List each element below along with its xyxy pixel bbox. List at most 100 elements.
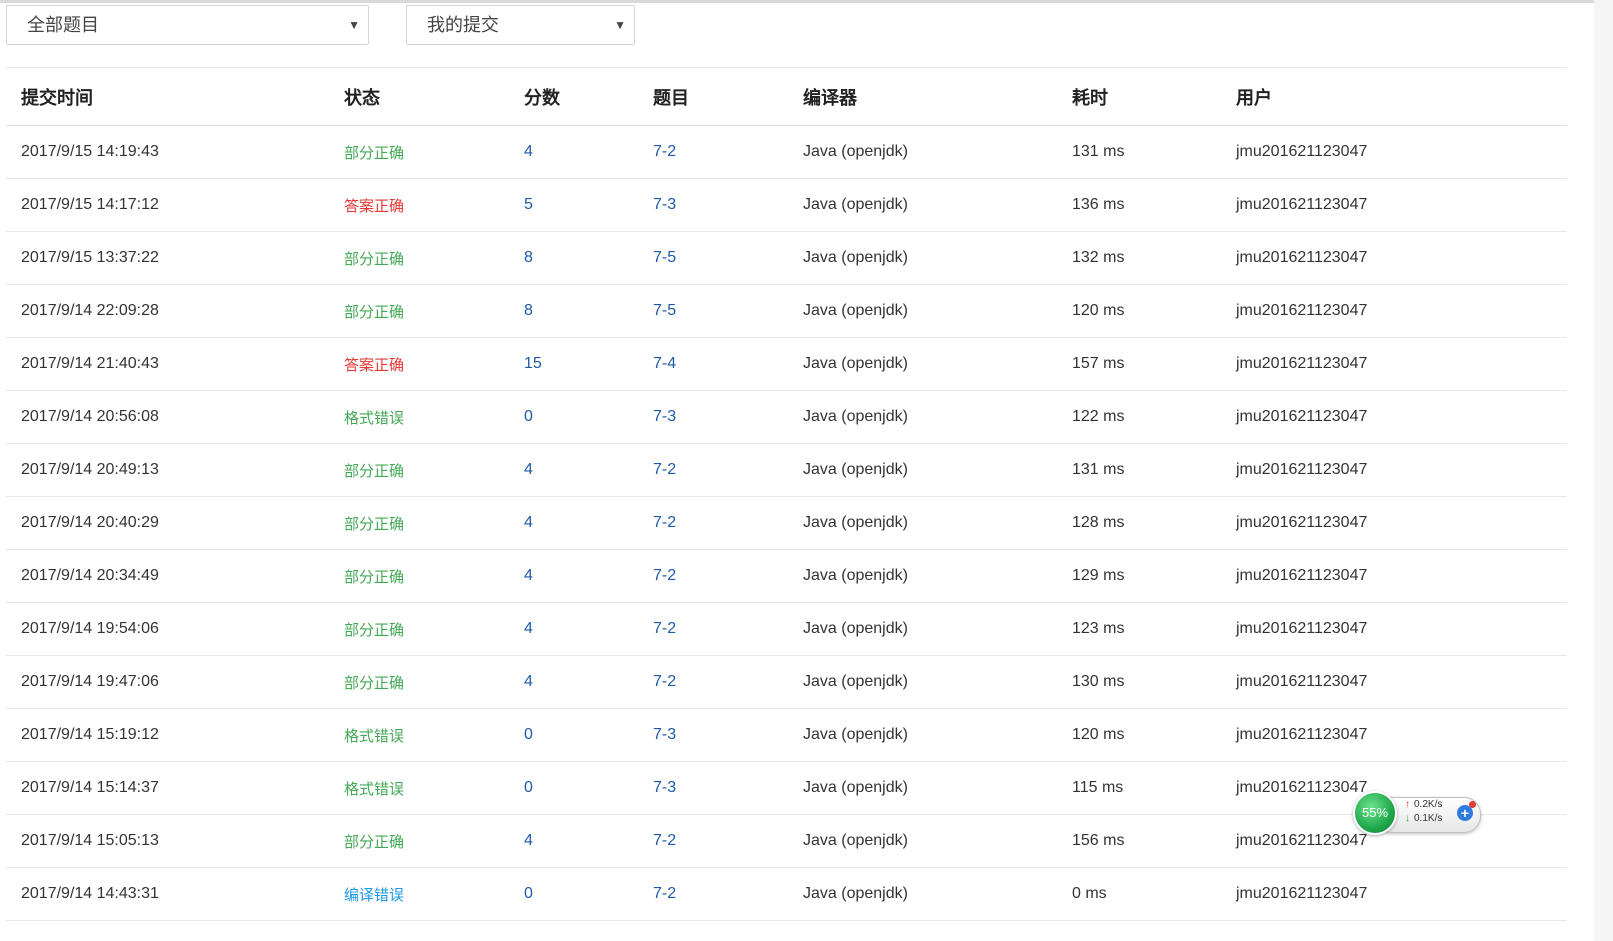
upload-speed-value: 0.2K/s: [1414, 799, 1443, 810]
chevron-down-icon: ▼: [614, 18, 626, 32]
arrow-up-icon: ↑: [1405, 799, 1410, 810]
cell-status[interactable]: 编译错误: [329, 867, 509, 921]
header-problem: 题目: [653, 87, 689, 108]
cell-problem[interactable]: 7-2: [638, 549, 788, 603]
chevron-down-icon: ▼: [348, 18, 360, 32]
submitter-filter-select[interactable]: 我的提交 ▼: [406, 5, 635, 45]
cell-score[interactable]: 4: [509, 125, 638, 179]
memory-usage-ball[interactable]: 55%: [1353, 791, 1397, 835]
cell-problem[interactable]: 7-2: [638, 655, 788, 709]
header-user: 用户: [1236, 87, 1272, 108]
cell-time-cost: 129 ms: [1057, 549, 1221, 603]
cell-user: jmu201621123047: [1221, 125, 1567, 179]
cell-user: jmu201621123047: [1221, 443, 1567, 497]
cell-problem[interactable]: 7-2: [638, 814, 788, 868]
table-row: 2017/9/15 13:37:22 部分正确 8 7-5 Java (openjdk)…: [6, 231, 1567, 285]
cell-score[interactable]: 4: [509, 443, 638, 497]
table-row: 2017/9/14 20:34:49 部分正确 4 7-2 Java (openjdk)…: [6, 549, 1567, 603]
cell-compiler: Java (openjdk): [788, 125, 1057, 179]
cell-user: jmu201621123047: [1221, 602, 1567, 656]
cell-status[interactable]: 格式错误: [329, 708, 509, 762]
cell-time-cost: 123 ms: [1057, 602, 1221, 656]
scrollbar-track[interactable]: [1594, 0, 1613, 941]
cell-problem[interactable]: 7-5: [638, 231, 788, 285]
table-row: 2017/9/14 20:56:08 格式错误 0 7-3 Java (openjdk)…: [6, 390, 1567, 444]
network-speed-widget[interactable]: 55% ↑ 0.2K/s ↓ 0.1K/s +: [1353, 791, 1481, 835]
cell-status[interactable]: 部分正确: [329, 284, 509, 338]
table-row: 2017/9/14 19:54:06 部分正确 4 7-2 Java (openjdk)…: [6, 602, 1567, 656]
cell-problem[interactable]: 7-3: [638, 178, 788, 232]
cell-problem[interactable]: 7-2: [638, 602, 788, 656]
cell-status[interactable]: 部分正确: [329, 655, 509, 709]
arrow-down-icon: ↓: [1405, 813, 1410, 824]
cell-user: jmu201621123047: [1221, 867, 1567, 921]
cell-score[interactable]: 0: [509, 708, 638, 762]
cell-submit-time: 2017/9/14 22:09:28: [6, 284, 329, 338]
problem-filter-select[interactable]: 全部题目 ▼: [6, 5, 369, 45]
cell-compiler: Java (openjdk): [788, 761, 1057, 815]
cell-status[interactable]: 部分正确: [329, 125, 509, 179]
cell-status[interactable]: 部分正确: [329, 231, 509, 285]
cell-problem[interactable]: 7-4: [638, 337, 788, 391]
cell-score[interactable]: 5: [509, 178, 638, 232]
cell-status[interactable]: 格式错误: [329, 390, 509, 444]
table-row: 2017/9/14 22:09:28 部分正确 8 7-5 Java (openjdk)…: [6, 284, 1567, 338]
cell-problem[interactable]: 7-3: [638, 708, 788, 762]
cell-status[interactable]: 格式错误: [329, 761, 509, 815]
upload-speed: ↑ 0.2K/s: [1405, 799, 1442, 810]
top-border: [0, 0, 1594, 3]
cell-time-cost: 131 ms: [1057, 443, 1221, 497]
cell-time-cost: 115 ms: [1057, 761, 1221, 815]
table-row: 2017/9/15 14:19:43 部分正确 4 7-2 Java (openjdk)…: [6, 125, 1567, 179]
cell-submit-time: 2017/9/15 14:17:12: [6, 178, 329, 232]
cell-score[interactable]: 8: [509, 284, 638, 338]
cell-submit-time: 2017/9/15 13:37:22: [6, 231, 329, 285]
cell-submit-time: 2017/9/14 19:47:06: [6, 655, 329, 709]
cell-user: jmu201621123047: [1221, 284, 1567, 338]
cell-time-cost: 128 ms: [1057, 496, 1221, 550]
cell-time-cost: 0 ms: [1057, 867, 1221, 921]
submitter-filter-value: 我的提交: [427, 15, 499, 35]
cell-status[interactable]: 答案正确: [329, 337, 509, 391]
table-row: 2017/9/14 20:40:29 部分正确 4 7-2 Java (openjdk)…: [6, 496, 1567, 550]
cell-problem[interactable]: 7-5: [638, 284, 788, 338]
cell-submit-time: 2017/9/14 15:05:13: [6, 814, 329, 868]
cell-compiler: Java (openjdk): [788, 867, 1057, 921]
cell-score[interactable]: 4: [509, 602, 638, 656]
cell-compiler: Java (openjdk): [788, 178, 1057, 232]
header-compiler: 编译器: [803, 87, 857, 108]
table-row: 2017/9/14 21:40:43 答案正确 15 7-4 Java (openjdk…: [6, 337, 1567, 391]
cell-problem[interactable]: 7-2: [638, 125, 788, 179]
cell-status[interactable]: 部分正确: [329, 496, 509, 550]
header-score: 分数: [524, 87, 560, 108]
cell-score[interactable]: 4: [509, 655, 638, 709]
cell-status[interactable]: 部分正确: [329, 443, 509, 497]
cell-status[interactable]: 部分正确: [329, 549, 509, 603]
cell-problem[interactable]: 7-2: [638, 443, 788, 497]
cell-score[interactable]: 0: [509, 761, 638, 815]
cell-score[interactable]: 4: [509, 496, 638, 550]
notification-dot: [1469, 801, 1476, 808]
cell-time-cost: 156 ms: [1057, 814, 1221, 868]
cell-score[interactable]: 0: [509, 867, 638, 921]
cell-status[interactable]: 部分正确: [329, 602, 509, 656]
cell-score[interactable]: 8: [509, 231, 638, 285]
cell-score[interactable]: 4: [509, 814, 638, 868]
cell-problem[interactable]: 7-2: [638, 496, 788, 550]
cell-submit-time: 2017/9/14 20:34:49: [6, 549, 329, 603]
cell-score[interactable]: 0: [509, 390, 638, 444]
cell-status[interactable]: 部分正确: [329, 814, 509, 868]
cell-submit-time: 2017/9/14 20:40:29: [6, 496, 329, 550]
cell-problem[interactable]: 7-2: [638, 867, 788, 921]
cell-compiler: Java (openjdk): [788, 390, 1057, 444]
cell-problem[interactable]: 7-3: [638, 390, 788, 444]
cell-submit-time: 2017/9/14 15:14:37: [6, 761, 329, 815]
cell-score[interactable]: 15: [509, 337, 638, 391]
cell-score[interactable]: 4: [509, 549, 638, 603]
cell-status[interactable]: 答案正确: [329, 178, 509, 232]
cell-problem[interactable]: 7-3: [638, 761, 788, 815]
cell-compiler: Java (openjdk): [788, 284, 1057, 338]
cell-time-cost: 130 ms: [1057, 655, 1221, 709]
cell-time-cost: 136 ms: [1057, 178, 1221, 232]
cell-compiler: Java (openjdk): [788, 337, 1057, 391]
